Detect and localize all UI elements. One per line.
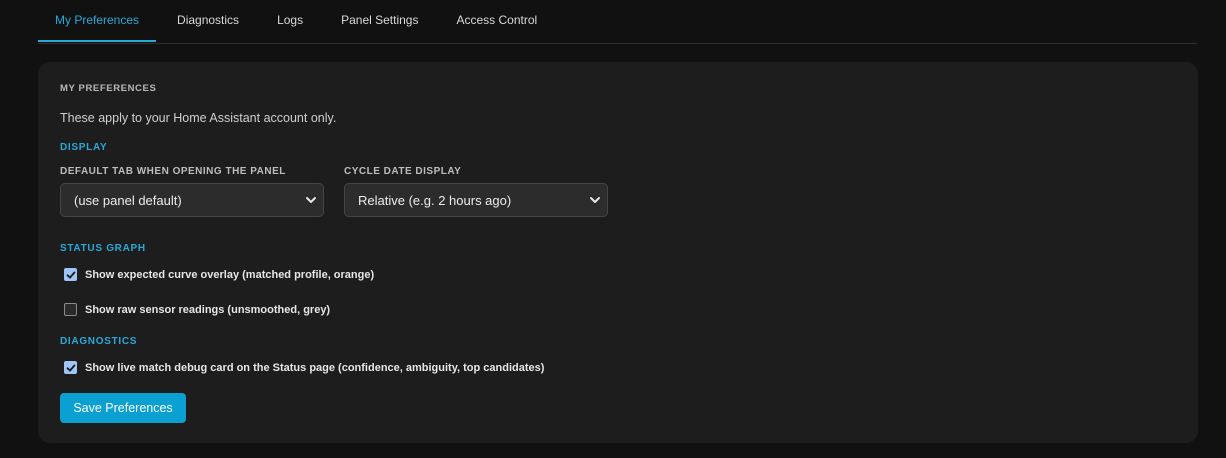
tab-panel-settings[interactable]: Panel Settings (324, 0, 435, 42)
save-preferences-button[interactable]: Save Preferences (60, 393, 186, 423)
tab-logs[interactable]: Logs (260, 0, 320, 42)
cycle-date-value: Relative (e.g. 2 hours ago) (358, 192, 512, 208)
card-title: MY PREFERENCES (60, 83, 157, 94)
tab-access-control[interactable]: Access Control (439, 0, 554, 42)
expected-curve-checkbox[interactable] (64, 268, 77, 281)
expected-curve-label: Show expected curve overlay (matched pro… (85, 268, 375, 281)
intro-text: These apply to your Home Assistant accou… (60, 111, 337, 125)
preferences-card: MY PREFERENCES These apply to your Home … (38, 62, 1198, 443)
raw-readings-label: Show raw sensor readings (unsmoothed, gr… (85, 303, 331, 316)
raw-readings-checkbox[interactable] (64, 303, 77, 316)
debug-card-checkbox[interactable] (64, 361, 77, 374)
display-heading: DISPLAY (60, 142, 108, 153)
status-graph-heading: STATUS GRAPH (60, 243, 146, 254)
tab-diagnostics[interactable]: Diagnostics (160, 0, 256, 42)
default-tab-value: (use panel default) (74, 192, 182, 208)
diagnostics-heading: DIAGNOSTICS (60, 336, 138, 347)
tab-my-preferences[interactable]: My Preferences (38, 0, 157, 42)
chevron-down-icon (306, 197, 316, 203)
debug-card-option[interactable]: Show live match debug card on the Status… (64, 361, 544, 374)
raw-readings-option[interactable]: Show raw sensor readings (unsmoothed, gr… (64, 303, 330, 316)
cycle-date-select[interactable]: Relative (e.g. 2 hours ago) (344, 183, 608, 217)
debug-card-label: Show live match debug card on the Status… (85, 361, 545, 374)
default-tab-select[interactable]: (use panel default) (60, 183, 324, 217)
chevron-down-icon (590, 197, 600, 203)
checkmark-icon (66, 364, 75, 371)
tab-bar: My Preferences Diagnostics Logs Panel Se… (38, 0, 1197, 44)
cycle-date-label: CYCLE DATE DISPLAY (344, 166, 462, 177)
checkmark-icon (66, 271, 75, 278)
default-tab-label: DEFAULT TAB WHEN OPENING THE PANEL (60, 166, 286, 177)
expected-curve-option[interactable]: Show expected curve overlay (matched pro… (64, 268, 374, 281)
